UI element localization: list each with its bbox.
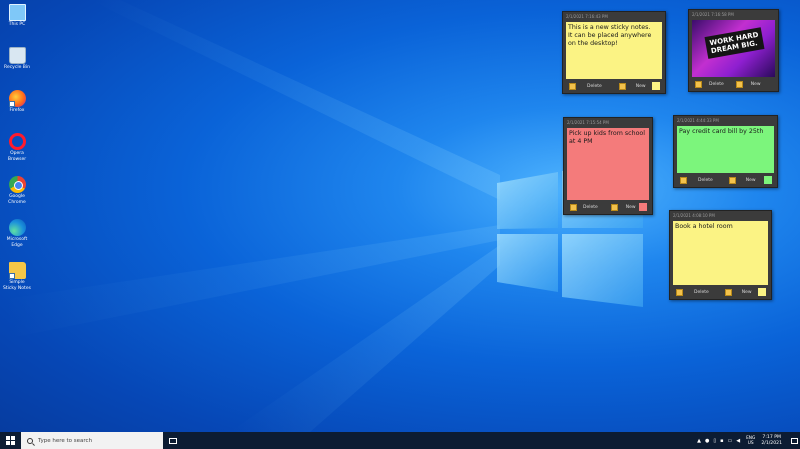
clock-time: 7:17 PM — [762, 435, 781, 440]
desktop-icon-label: Firefox — [9, 108, 25, 113]
note-timestamp: 2/1/2021 7:16:58 PM — [692, 12, 734, 17]
desktop-icon-sticky-notes[interactable]: Simple Sticky Notes — [2, 262, 32, 304]
desktop-icon-firefox[interactable]: Firefox — [2, 90, 32, 132]
shortcut-arrow-icon — [8, 101, 15, 107]
shortcut-arrow-icon — [8, 273, 15, 279]
delete-button[interactable]: Delete — [694, 290, 709, 295]
desktop-icon-this-pc[interactable]: This PC — [2, 4, 32, 46]
start-button[interactable] — [0, 432, 21, 449]
people-icon[interactable]: ● — [705, 438, 709, 444]
network-icon[interactable]: ▭ — [728, 438, 733, 444]
battery-icon[interactable]: ▯ — [713, 438, 716, 444]
system-tray: ▲ ● ▯ ▪ ▭ ◀ ENG US 7:17 PM 2/1/2021 — [695, 432, 800, 449]
delete-button[interactable]: Delete — [587, 84, 602, 89]
taskbar-search-box[interactable]: Type here to search — [21, 432, 163, 449]
desktop-icon-chrome[interactable]: Google Chrome — [2, 176, 32, 218]
sticky-note[interactable]: 2/1/2021 7:16:43 PM This is a new sticky… — [562, 11, 666, 94]
taskbar: Type here to search ▲ ● ▯ ▪ ▭ ◀ ENG US 7… — [0, 432, 800, 449]
note-timestamp: 2/1/2021 4:44:33 PM — [677, 118, 719, 123]
note-text[interactable]: This is a new sticky notes. It can be pl… — [566, 22, 662, 79]
desktop-icon-label: Microsoft Edge — [6, 237, 28, 248]
new-note-icon[interactable] — [735, 80, 743, 88]
note-timestamp: 2/1/2021 7:15:54 PM — [567, 120, 609, 125]
desktop-icons: This PC Recycle Bin Firefox Opera Browse… — [2, 4, 32, 305]
search-icon — [27, 437, 33, 444]
delete-button[interactable]: Delete — [583, 205, 598, 210]
color-swatch[interactable] — [652, 82, 660, 90]
delete-icon[interactable] — [570, 203, 577, 211]
clock-date: 2/1/2021 — [761, 440, 782, 446]
windows-start-icon — [6, 436, 15, 445]
color-swatch[interactable] — [764, 176, 772, 184]
new-note-button[interactable]: New — [636, 84, 646, 89]
sticky-notes-tray-icon[interactable]: ▪ — [720, 438, 723, 444]
note-toolbar: Delete New — [677, 175, 774, 185]
new-note-icon[interactable] — [728, 176, 736, 184]
note-text[interactable]: Pay credit card bill by 25th — [677, 126, 774, 173]
note-image: WORK HARD DREAM BIG. — [692, 20, 775, 77]
delete-button[interactable]: Delete — [698, 178, 713, 183]
new-note-icon[interactable] — [610, 203, 618, 211]
delete-icon[interactable] — [695, 80, 702, 88]
language-indicator[interactable]: ENG US — [746, 436, 755, 446]
sticky-note[interactable]: 2/1/2021 7:16:58 PM WORK HARD DREAM BIG.… — [688, 9, 779, 92]
note-toolbar: Delete New — [567, 202, 649, 212]
delete-icon[interactable] — [569, 82, 576, 90]
color-swatch[interactable] — [765, 80, 773, 88]
recycle-bin-icon — [8, 47, 26, 64]
new-note-icon[interactable] — [724, 288, 732, 296]
note-toolbar: Delete New — [673, 287, 768, 297]
notification-center-button[interactable] — [788, 432, 800, 449]
chrome-icon — [8, 176, 26, 193]
delete-button[interactable]: Delete — [709, 82, 724, 87]
task-view-icon — [169, 437, 177, 444]
region-code: US — [747, 440, 754, 446]
sticky-note[interactable]: 2/1/2021 4:08:10 PM Book a hotel room De… — [669, 210, 772, 300]
opera-icon — [8, 133, 26, 150]
note-text[interactable]: Pick up kids from school at 4 PM — [567, 128, 649, 200]
note-timestamp: 2/1/2021 7:16:43 PM — [566, 14, 608, 19]
note-timestamp: 2/1/2021 4:08:10 PM — [673, 213, 715, 218]
clock[interactable]: 7:17 PM 2/1/2021 — [761, 435, 782, 446]
folder-icon — [8, 262, 26, 279]
new-note-icon[interactable] — [618, 82, 626, 90]
note-toolbar: Delete New — [566, 81, 662, 91]
note-toolbar: Delete New — [692, 79, 775, 89]
new-note-button[interactable]: New — [751, 82, 761, 87]
search-placeholder: Type here to search — [38, 437, 93, 444]
edge-icon — [8, 219, 26, 236]
task-view-button[interactable] — [163, 432, 183, 449]
new-note-button[interactable]: New — [742, 290, 752, 295]
pc-icon — [8, 4, 26, 21]
desktop-icon-opera[interactable]: Opera Browser — [2, 133, 32, 175]
desktop-icon-recycle-bin[interactable]: Recycle Bin — [2, 47, 32, 89]
new-note-button[interactable]: New — [746, 178, 756, 183]
desktop-icon-label: This PC — [8, 22, 26, 27]
new-note-button[interactable]: New — [626, 205, 636, 210]
desktop-icon-label: Simple Sticky Notes — [3, 280, 31, 291]
delete-icon[interactable] — [680, 176, 687, 184]
desktop-icon-label: Opera Browser — [7, 151, 27, 162]
note-text[interactable]: Book a hotel room — [673, 221, 768, 285]
desktop-icon-edge[interactable]: Microsoft Edge — [2, 219, 32, 261]
language-code: ENG — [746, 435, 756, 441]
desktop-icon-label: Recycle Bin — [4, 65, 30, 70]
color-swatch[interactable] — [639, 203, 647, 211]
delete-icon[interactable] — [676, 288, 683, 296]
sticky-note[interactable]: 2/1/2021 4:44:33 PM Pay credit card bill… — [673, 115, 778, 188]
notification-icon — [790, 437, 798, 444]
sticky-note[interactable]: 2/1/2021 7:15:54 PM Pick up kids from sc… — [563, 117, 653, 215]
desktop-icon-label: Google Chrome — [8, 194, 26, 205]
color-swatch[interactable] — [758, 288, 766, 296]
firefox-icon — [8, 90, 26, 107]
work-hard-dream-big-text: WORK HARD DREAM BIG. — [704, 27, 765, 59]
show-hidden-icons-icon[interactable]: ▲ — [697, 438, 701, 444]
volume-icon[interactable]: ◀ — [736, 438, 740, 444]
